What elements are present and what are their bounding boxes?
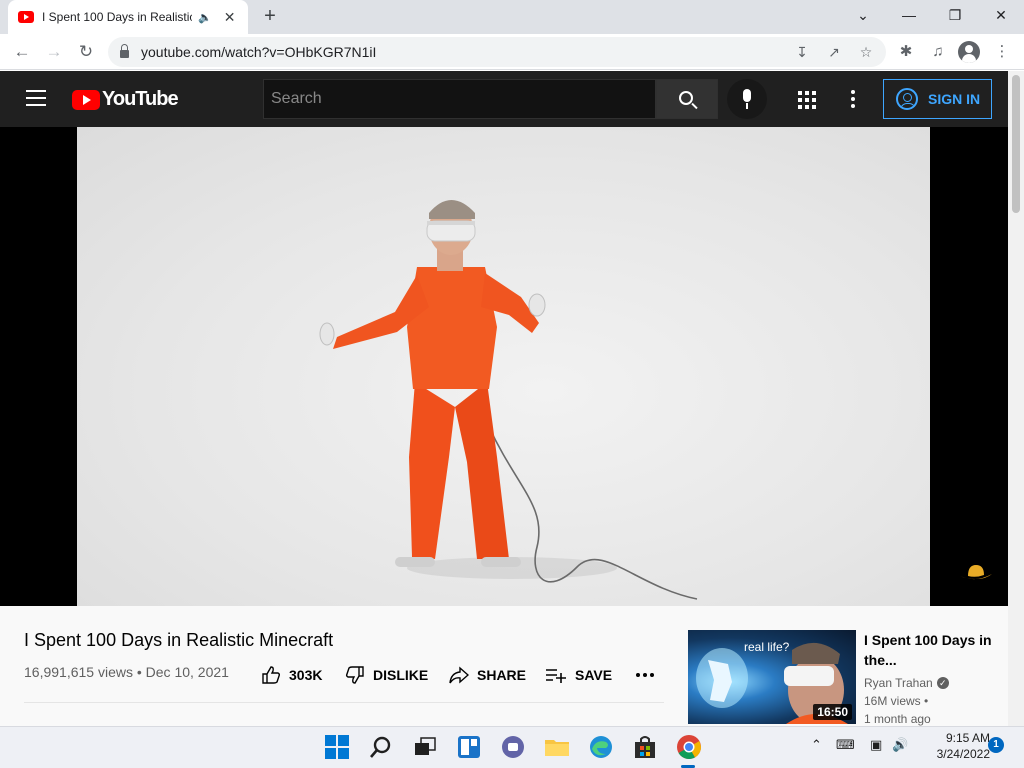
video-frame[interactable] — [77, 127, 930, 606]
recommended-channel[interactable]: Ryan Trahan ✓ — [864, 676, 949, 690]
video-player[interactable] — [0, 127, 1008, 606]
show-hidden-icons-chevron-icon[interactable]: ⌃ — [811, 737, 822, 753]
browser-tab[interactable]: I Spent 100 Days in Realistic 🔈 ✕ — [8, 0, 248, 34]
recommended-video-thumbnail[interactable]: real life? 16:50 — [688, 630, 856, 724]
microsoft-store-icon[interactable] — [632, 734, 658, 760]
save-label: SAVE — [575, 667, 613, 683]
add-to-playlist-icon — [546, 669, 566, 683]
minimize-button[interactable]: — — [886, 0, 932, 30]
youtube-favicon-icon — [18, 11, 34, 23]
volume-icon[interactable]: 🔊 — [892, 737, 908, 753]
lock-icon[interactable] — [120, 44, 129, 58]
browser-menu-icon[interactable]: ⋮ — [988, 38, 1016, 66]
windows-start-icon[interactable] — [324, 734, 350, 760]
keyboard-icon[interactable]: ⌨ — [836, 737, 855, 753]
person-in-vr-headset-image — [319, 200, 698, 600]
video-title: I Spent 100 Days in Realistic Minecraft — [24, 630, 334, 650]
new-tab-button[interactable]: + — [258, 4, 282, 28]
extensions-icon[interactable]: ✱ — [892, 38, 920, 66]
file-explorer-icon[interactable] — [544, 734, 570, 760]
share-arrow-icon — [449, 666, 469, 684]
verified-checkmark-icon: ✓ — [936, 677, 949, 689]
teams-chat-icon[interactable] — [500, 734, 526, 760]
like-count: 303K — [289, 667, 323, 683]
reload-button[interactable]: ↻ — [72, 38, 100, 66]
search-icon[interactable] — [368, 734, 394, 760]
restore-button[interactable]: ❐ — [932, 0, 978, 30]
youtube-header: YouTube Search SIGN IN — [0, 71, 1008, 127]
settings-more-icon[interactable] — [851, 90, 857, 108]
upload-date: Dec 10, 2021 — [145, 664, 229, 680]
speaker-icon[interactable]: 🔈 — [198, 11, 212, 24]
install-app-icon[interactable]: ↧ — [790, 37, 814, 67]
forward-button[interactable]: → — [40, 38, 68, 66]
view-count: 16,991,615 views — [24, 664, 133, 680]
recommended-video-title[interactable]: I Spent 100 Days in the... — [864, 630, 994, 670]
meta-separator: • — [136, 664, 142, 680]
widgets-icon[interactable] — [456, 734, 482, 760]
network-icon[interactable]: ▣ — [870, 737, 882, 753]
youtube-play-logo-icon — [72, 89, 100, 110]
tab-close-icon[interactable]: ✕ — [224, 9, 236, 26]
apps-grid-icon[interactable] — [798, 91, 816, 109]
video-details: I Spent 100 Days in Realistic Minecraft … — [0, 606, 1008, 726]
save-button[interactable]: SAVE — [545, 662, 612, 688]
more-actions-icon[interactable] — [636, 666, 654, 684]
recommended-views: 16M views • — [864, 694, 929, 708]
thumbnail-caption: real life? — [744, 640, 790, 654]
bookmark-star-icon[interactable]: ☆ — [854, 37, 878, 67]
close-window-button[interactable]: ✕ — [978, 0, 1024, 30]
address-bar[interactable]: youtube.com/watch?v=OHbKGR7N1iI ↧ ↗ ☆ — [108, 37, 886, 67]
profile-avatar-icon[interactable] — [958, 41, 980, 63]
tab-title: I Spent 100 Days in Realistic — [42, 10, 192, 24]
thumbs-up-icon — [262, 666, 281, 684]
channel-watermark-hat-icon[interactable] — [958, 561, 994, 583]
recommended-age: 1 month ago — [864, 712, 931, 726]
clock-time: 9:15 AM — [945, 731, 990, 745]
video-meta: 16,991,615 views • Dec 10, 2021 — [24, 664, 229, 680]
share-button[interactable]: SHARE — [449, 662, 526, 688]
search-input[interactable]: Search — [263, 79, 656, 119]
hamburger-menu-icon[interactable] — [26, 90, 46, 108]
divider — [24, 702, 664, 703]
browser-toolbar: ← → ↻ youtube.com/watch?v=OHbKGR7N1iI ↧ … — [0, 34, 1024, 70]
tab-search-icon[interactable]: ⌄ — [840, 0, 886, 30]
youtube-logo[interactable]: YouTube — [72, 88, 179, 111]
clock-date: 3/24/2022 — [936, 747, 990, 761]
system-clock[interactable]: 9:15 AM 3/24/2022 — [920, 730, 990, 762]
share-label: SHARE — [477, 667, 527, 683]
thumbs-down-icon — [345, 666, 364, 684]
account-circle-icon — [896, 88, 918, 110]
share-page-icon[interactable]: ↗ — [822, 37, 846, 67]
microphone-icon — [743, 89, 751, 102]
notification-badge[interactable]: 1 — [988, 737, 1004, 753]
media-controls-icon[interactable]: ♫ — [924, 38, 952, 66]
dislike-label: DISLIKE — [373, 667, 429, 683]
youtube-logo-text: YouTube — [102, 88, 179, 110]
back-button[interactable]: ← — [8, 38, 36, 66]
search-button[interactable] — [656, 79, 718, 119]
page-scrollbar[interactable] — [1008, 71, 1024, 726]
chrome-icon[interactable] — [676, 734, 702, 760]
sign-in-label: SIGN IN — [928, 91, 981, 107]
browser-tab-strip: I Spent 100 Days in Realistic 🔈 ✕ + ⌄ — … — [0, 0, 1024, 34]
sign-in-button[interactable]: SIGN IN — [883, 79, 992, 119]
url-text[interactable]: youtube.com/watch?v=OHbKGR7N1iI — [141, 44, 376, 60]
windows-taskbar: ⌃ ⌨ ▣ 🔊 9:15 AM 3/24/2022 1 — [0, 726, 1024, 768]
like-button[interactable]: 303K — [261, 662, 322, 688]
channel-name: Ryan Trahan — [864, 676, 933, 690]
edge-browser-icon[interactable] — [588, 734, 614, 760]
scrollbar-thumb[interactable] — [1012, 75, 1020, 213]
voice-search-button[interactable] — [727, 79, 767, 119]
video-duration: 16:50 — [813, 704, 852, 720]
dislike-button[interactable]: DISLIKE — [345, 662, 428, 688]
task-view-icon[interactable] — [412, 734, 438, 760]
